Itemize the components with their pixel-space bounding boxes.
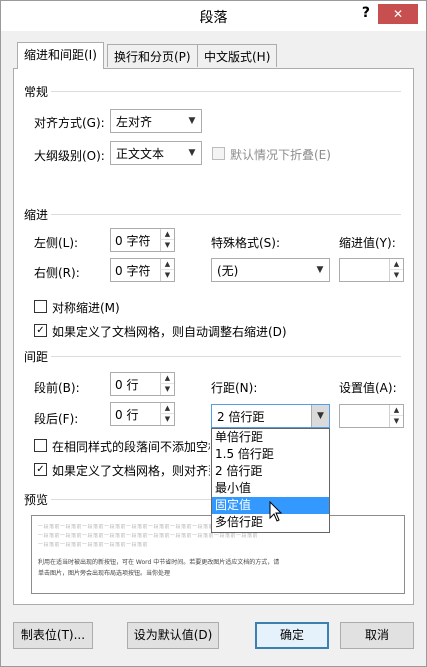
spin-up-icon[interactable]: ▲: [389, 405, 403, 416]
spacing-heading: 间距: [24, 350, 49, 364]
chevron-down-icon: ▼: [316, 265, 324, 275]
chevron-down-icon: ▼: [188, 148, 196, 158]
line-spacing-label: 行距(N):: [211, 381, 258, 395]
line-spacing-option-single[interactable]: 单倍行距: [212, 429, 329, 446]
spin-up-icon[interactable]: ▲: [160, 373, 174, 384]
special-indent-value: (无): [217, 264, 239, 278]
snap-to-grid-checkbox[interactable]: ✓: [34, 463, 47, 476]
mirror-indents-checkbox[interactable]: [34, 300, 47, 313]
tab-asian-typography[interactable]: 中文版式(H): [197, 44, 278, 67]
indent-by-label: 缩进值(Y):: [339, 236, 396, 250]
indent-by-spinner[interactable]: ▲ ▼: [339, 258, 404, 282]
spin-down-icon[interactable]: ▼: [389, 270, 403, 281]
grid-adjust-checkbox[interactable]: ✓: [34, 324, 47, 337]
alignment-label: 对齐方式(G):: [34, 116, 105, 130]
preview-previous-text: 一段落前一段落前一段落前一段落前一段落前: [38, 542, 149, 548]
preview-previous-text: 一段落前一段落前一段落前一段落前一段落前一段落前一段落前一段落前一段落前一段落前: [38, 533, 259, 539]
chevron-down-icon: ▼: [188, 116, 196, 126]
spin-down-icon[interactable]: ▼: [160, 384, 174, 395]
no-space-same-style-label: 在相同样式的段落间不添加空格: [52, 440, 210, 454]
special-indent-select[interactable]: (无) ▼: [211, 258, 330, 282]
space-before-value: 0 行: [115, 378, 139, 392]
tabs-button[interactable]: 制表位(T)...: [13, 622, 93, 649]
special-indent-label: 特殊格式(S):: [211, 236, 281, 250]
title-bar: 段落 ? ✕: [1, 1, 426, 31]
line-spacing-value: 2 倍行距: [217, 410, 265, 424]
outline-level-select[interactable]: 正文文本 ▼: [110, 141, 202, 165]
spin-up-icon[interactable]: ▲: [389, 259, 403, 270]
outline-level-label: 大纲级别(O):: [34, 149, 105, 163]
spacing-at-spinner[interactable]: ▲ ▼: [339, 404, 404, 428]
set-as-default-button[interactable]: 设为默认值(D): [127, 622, 219, 649]
alignment-select[interactable]: 左对齐 ▼: [110, 109, 202, 133]
general-heading: 常规: [24, 85, 49, 99]
left-indent-spinner[interactable]: 0 字符 ▲ ▼: [110, 228, 175, 252]
left-indent-label: 左侧(L):: [34, 236, 79, 250]
no-space-same-style-checkbox[interactable]: [34, 439, 47, 452]
preview-sample-text: 利用在适当时被出现的新按钮，可在 Word 中节省时间。若要更改图片适应文档的方…: [38, 559, 280, 566]
left-indent-value: 0 字符: [115, 234, 151, 248]
spin-up-icon[interactable]: ▲: [160, 229, 174, 240]
space-after-label: 段后(F):: [34, 412, 79, 426]
space-before-spinner[interactable]: 0 行 ▲ ▼: [110, 372, 175, 396]
right-indent-value: 0 字符: [115, 264, 151, 278]
spin-down-icon[interactable]: ▼: [389, 416, 403, 427]
spacing-at-label: 设置值(A):: [339, 381, 397, 395]
ok-button[interactable]: 确定: [255, 622, 329, 649]
collapse-label: 默认情况下折叠(E): [230, 148, 331, 162]
tab-line-page-breaks[interactable]: 换行和分页(P): [107, 44, 198, 67]
preview-sample-text: 单击图片，图片旁会出现布局选项按钮。当你处理: [38, 570, 171, 577]
spacing-separator: [51, 356, 401, 357]
help-button[interactable]: ?: [362, 5, 370, 21]
alignment-value: 左对齐: [116, 115, 153, 129]
line-spacing-option-at-least[interactable]: 最小值: [212, 480, 329, 497]
outline-level-value: 正文文本: [116, 147, 165, 161]
collapse-checkbox[interactable]: [212, 147, 225, 160]
right-indent-spinner[interactable]: 0 字符 ▲ ▼: [110, 258, 175, 282]
spin-down-icon[interactable]: ▼: [160, 240, 174, 251]
grid-adjust-label: 如果定义了文档网格，则自动调整右缩进(D): [52, 325, 287, 339]
spin-down-icon[interactable]: ▼: [160, 270, 174, 281]
space-after-value: 0 行: [115, 408, 139, 422]
line-spacing-select[interactable]: 2 倍行距 ▼: [211, 404, 330, 428]
mouse-pointer-icon: [269, 501, 283, 522]
chevron-down-icon: ▼: [311, 405, 329, 427]
spin-down-icon[interactable]: ▼: [160, 414, 174, 425]
indent-separator: [51, 214, 401, 215]
paragraph-dialog: 段落 ? ✕ 缩进和间距(I) 换行和分页(P) 中文版式(H) 常规 对齐方式…: [0, 0, 427, 667]
cancel-button[interactable]: 取消: [340, 622, 414, 649]
preview-heading: 预览: [24, 493, 49, 507]
space-before-label: 段前(B):: [34, 381, 80, 395]
snap-to-grid-label: 如果定义了文档网格，则对齐到网格: [52, 464, 210, 478]
close-button[interactable]: ✕: [378, 4, 418, 24]
general-separator: [51, 91, 401, 92]
spin-up-icon[interactable]: ▲: [160, 403, 174, 414]
spin-up-icon[interactable]: ▲: [160, 259, 174, 270]
space-after-spinner[interactable]: 0 行 ▲ ▼: [110, 402, 175, 426]
preview-separator: [51, 499, 211, 500]
tab-indents-spacing[interactable]: 缩进和间距(I): [17, 42, 104, 69]
right-indent-label: 右侧(R):: [34, 266, 80, 280]
mirror-indents-label: 对称缩进(M): [52, 301, 120, 315]
line-spacing-option-1-5[interactable]: 1.5 倍行距: [212, 446, 329, 463]
line-spacing-option-double[interactable]: 2 倍行距: [212, 463, 329, 480]
indent-heading: 缩进: [24, 208, 49, 222]
